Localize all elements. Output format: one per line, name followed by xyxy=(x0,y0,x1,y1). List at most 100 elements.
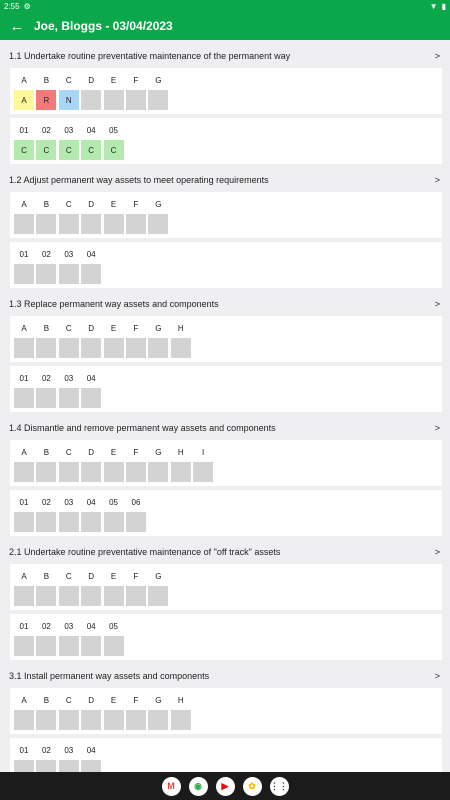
section-header[interactable]: 1.2 Adjust permanent way assets to meet … xyxy=(6,168,446,192)
status-box[interactable] xyxy=(14,338,34,358)
status-box[interactable] xyxy=(14,512,34,532)
back-arrow-icon[interactable]: ← xyxy=(0,12,34,40)
column-label: A xyxy=(21,76,27,85)
status-box[interactable] xyxy=(103,214,124,234)
status-box[interactable] xyxy=(170,338,191,358)
status-box[interactable] xyxy=(193,462,214,482)
status-box[interactable] xyxy=(81,90,102,110)
status-box[interactable] xyxy=(103,710,124,730)
status-box[interactable] xyxy=(103,636,124,656)
status-box[interactable] xyxy=(36,264,57,284)
gmail-icon[interactable]: M xyxy=(161,776,181,796)
status-box[interactable] xyxy=(81,760,102,772)
status-box[interactable] xyxy=(148,586,169,606)
status-box[interactable] xyxy=(125,710,146,730)
section-header[interactable]: 1.4 Dismantle and remove permanent way a… xyxy=(6,416,446,440)
status-box[interactable] xyxy=(58,760,79,772)
app-drawer-icon[interactable]: ⋮⋮ xyxy=(269,776,289,796)
status-box[interactable] xyxy=(58,388,79,408)
status-box[interactable] xyxy=(81,586,102,606)
status-box[interactable] xyxy=(170,710,191,730)
status-box[interactable]: C xyxy=(36,140,57,160)
chevron-right-icon[interactable]: > xyxy=(435,175,442,185)
status-box[interactable] xyxy=(36,586,57,606)
status-box[interactable] xyxy=(36,512,57,532)
chevron-right-icon[interactable]: > xyxy=(435,547,442,557)
status-box[interactable] xyxy=(58,512,79,532)
status-box[interactable] xyxy=(81,214,102,234)
status-box[interactable] xyxy=(14,264,34,284)
status-box[interactable] xyxy=(36,462,57,482)
status-box[interactable] xyxy=(14,214,34,234)
status-box[interactable] xyxy=(14,710,34,730)
status-box[interactable]: A xyxy=(14,90,34,110)
photos-icon[interactable]: ✿ xyxy=(242,776,262,796)
chevron-right-icon[interactable]: > xyxy=(435,423,442,433)
status-box[interactable] xyxy=(81,388,102,408)
status-box[interactable] xyxy=(148,338,169,358)
status-box[interactable] xyxy=(103,462,124,482)
status-box[interactable] xyxy=(125,586,146,606)
status-box[interactable] xyxy=(125,214,146,234)
status-box[interactable] xyxy=(125,462,146,482)
youtube-icon[interactable]: ▶ xyxy=(215,776,235,796)
column-label: 03 xyxy=(64,126,74,135)
column-label: H xyxy=(177,696,184,705)
section-header[interactable]: 2.1 Undertake routine preventative maint… xyxy=(6,540,446,564)
column-label: 02 xyxy=(41,746,51,755)
status-box[interactable] xyxy=(103,512,124,532)
status-box[interactable]: C xyxy=(14,140,34,160)
status-box[interactable] xyxy=(103,90,124,110)
status-box[interactable] xyxy=(58,214,79,234)
status-box[interactable] xyxy=(81,338,102,358)
status-box[interactable]: C xyxy=(81,140,102,160)
status-box[interactable] xyxy=(148,214,169,234)
status-box[interactable] xyxy=(81,512,102,532)
status-box[interactable] xyxy=(36,760,57,772)
status-box[interactable] xyxy=(170,462,191,482)
status-box[interactable]: R xyxy=(36,90,57,110)
status-box[interactable] xyxy=(148,710,169,730)
status-box[interactable] xyxy=(81,636,102,656)
status-box[interactable] xyxy=(36,636,57,656)
status-box[interactable] xyxy=(14,760,34,772)
status-box[interactable] xyxy=(125,512,146,532)
chevron-right-icon[interactable]: > xyxy=(435,671,442,681)
status-box[interactable]: N xyxy=(58,90,79,110)
column-label: 02 xyxy=(41,126,51,135)
status-box[interactable] xyxy=(81,462,102,482)
chrome-icon[interactable]: ◉ xyxy=(188,776,208,796)
section-header[interactable]: 3.1 Install permanent way assets and com… xyxy=(6,664,446,688)
section-header[interactable]: 1.1 Undertake routine preventative maint… xyxy=(6,44,446,68)
section-header[interactable]: 1.3 Replace permanent way assets and com… xyxy=(6,292,446,316)
status-box[interactable] xyxy=(81,264,102,284)
status-box[interactable] xyxy=(103,338,124,358)
status-box[interactable] xyxy=(36,710,57,730)
section-list[interactable]: 1.1 Undertake routine preventative maint… xyxy=(6,44,446,772)
status-box[interactable] xyxy=(14,586,34,606)
status-box[interactable]: C xyxy=(58,140,79,160)
status-box[interactable] xyxy=(36,338,57,358)
status-box[interactable] xyxy=(14,636,34,656)
chevron-right-icon[interactable]: > xyxy=(435,51,442,61)
status-box[interactable] xyxy=(58,710,79,730)
status-box[interactable] xyxy=(58,462,79,482)
status-box[interactable] xyxy=(125,338,146,358)
status-box[interactable]: C xyxy=(103,140,124,160)
status-box[interactable] xyxy=(58,636,79,656)
status-box[interactable] xyxy=(103,586,124,606)
column-label: 04 xyxy=(86,746,96,755)
status-box[interactable] xyxy=(81,710,102,730)
status-box[interactable] xyxy=(36,388,57,408)
status-box[interactable] xyxy=(14,462,34,482)
status-box[interactable] xyxy=(125,90,146,110)
status-box[interactable] xyxy=(58,338,79,358)
status-box[interactable] xyxy=(14,388,34,408)
column-label: 01 xyxy=(19,126,29,135)
status-box[interactable] xyxy=(58,264,79,284)
status-box[interactable] xyxy=(148,90,169,110)
status-box[interactable] xyxy=(148,462,169,482)
status-box[interactable] xyxy=(58,586,79,606)
status-box[interactable] xyxy=(36,214,57,234)
chevron-right-icon[interactable]: > xyxy=(435,299,442,309)
